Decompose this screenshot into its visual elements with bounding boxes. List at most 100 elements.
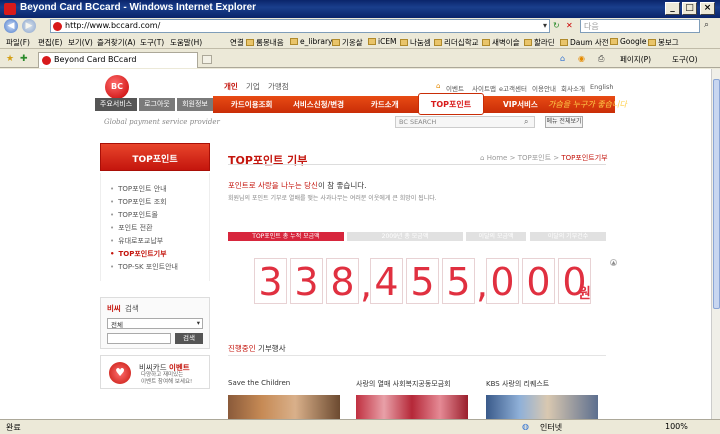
- link-item-7[interactable]: 할라딘: [524, 37, 555, 48]
- util-ecustomer[interactable]: e고객센터: [499, 83, 527, 93]
- sidebar-item-payment[interactable]: 유대로포교납부: [110, 236, 163, 246]
- event-banner[interactable]: ♥ 비씨카드 이벤트 다양하고 재미있는 이벤트 참여해 보세요!: [100, 355, 210, 389]
- favorites-star-icon[interactable]: ★: [6, 54, 14, 64]
- page-viewport: BC 개인 기업 가맹점 ⌂ 이벤트 사이트맵 e고객센터 이용안내 회사소개 …: [0, 69, 711, 419]
- menu-help[interactable]: 도움말(H): [170, 37, 202, 48]
- maximize-button[interactable]: □: [682, 2, 697, 15]
- sidebar-item-point-convert[interactable]: 포인트 전환: [110, 223, 152, 233]
- browser-window: Beyond Card BCcard - Windows Internet Ex…: [0, 0, 720, 434]
- program-photo-kbs-request[interactable]: [486, 395, 598, 419]
- vertical-scrollbar[interactable]: [711, 69, 720, 419]
- topnav-business[interactable]: 기업: [246, 81, 260, 92]
- link-item-6[interactable]: 새벽이슬: [482, 37, 520, 48]
- stat-tab-total[interactable]: TOP포인트 총 누적 모금액: [228, 232, 344, 241]
- program-photo-save-children[interactable]: [228, 395, 340, 419]
- forward-arrow-icon[interactable]: ▶: [22, 19, 36, 33]
- breadcrumb-level1[interactable]: TOP포인트: [518, 154, 551, 162]
- topnav-merchant[interactable]: 가맹점: [268, 81, 289, 92]
- print-icon[interactable]: ⎙: [598, 54, 604, 64]
- breadcrumb-home[interactable]: Home: [487, 154, 508, 162]
- link-item-0[interactable]: 롬몽내음: [246, 37, 284, 48]
- logout-button[interactable]: 로그아웃: [139, 98, 175, 111]
- stat-tab-count[interactable]: 이달의 기부건수: [530, 232, 606, 241]
- search-placeholder: 다음: [584, 22, 599, 31]
- sidebar-item-top-point-guide[interactable]: TOP포인트 안내: [110, 184, 166, 194]
- refresh-icon[interactable]: ↻: [553, 21, 560, 30]
- scroll-up-icon[interactable]: ▲: [610, 259, 617, 266]
- link-item-10[interactable]: 봉보그: [648, 37, 679, 48]
- link-item-2[interactable]: 기옹살: [332, 37, 363, 48]
- tab-bccard[interactable]: Beyond Card BCcard: [38, 52, 198, 68]
- address-dropdown-icon[interactable]: ▾: [543, 21, 547, 30]
- util-company[interactable]: 회사소개: [561, 83, 585, 93]
- stat-tab-month[interactable]: 이달의 모금액: [466, 232, 526, 241]
- util-sitemap[interactable]: 사이트맵: [472, 83, 496, 93]
- close-button[interactable]: ×: [700, 2, 715, 15]
- stop-icon[interactable]: ✕: [566, 21, 573, 30]
- subline: 회원님의 포인트 기부로 열배를 맺는 사과나무는 여러분 이웃에게 큰 희망이…: [228, 195, 437, 202]
- nav-top-point-active[interactable]: TOP포인트: [418, 93, 484, 115]
- site-search-input[interactable]: BC SEARCH ⌕: [395, 116, 535, 128]
- main-services-button[interactable]: 주요서비스: [95, 98, 137, 111]
- util-event[interactable]: 이벤트: [446, 83, 464, 93]
- folder-icon: [400, 39, 408, 46]
- util-guide[interactable]: 이용안내: [532, 83, 556, 93]
- link-item-4[interactable]: 나눔셈: [400, 37, 431, 48]
- tools-menu[interactable]: 도구(O): [672, 54, 698, 65]
- menu-view[interactable]: 보기(V): [68, 37, 93, 48]
- sidebar-item-top-point-lookup[interactable]: TOP포인트 조회: [110, 197, 166, 207]
- program-title-save-children[interactable]: Save the Children: [228, 379, 290, 387]
- home-icon[interactable]: ⌂: [560, 54, 565, 63]
- window-title: Beyond Card BCcard - Windows Internet Ex…: [20, 2, 257, 13]
- back-arrow-icon[interactable]: ◀: [4, 19, 18, 33]
- sub-buttons: 주요서비스 로그아웃 회원정보: [95, 96, 213, 113]
- rss-feed-icon[interactable]: ◉: [578, 54, 585, 63]
- menu-file[interactable]: 파일(F): [6, 37, 30, 48]
- link-item-5[interactable]: 리더십학교: [434, 37, 479, 48]
- zoom-level[interactable]: 100%: [665, 422, 688, 431]
- sidebar-search-select[interactable]: 전체 ▾: [107, 318, 203, 329]
- page-menu[interactable]: 페이지(P): [620, 54, 651, 65]
- tagline: Global payment service provider: [104, 118, 220, 126]
- menu-edit[interactable]: 편집(E): [38, 37, 62, 48]
- link-item-9[interactable]: Google: [610, 37, 646, 46]
- util-english[interactable]: English: [590, 83, 613, 91]
- link-item-8[interactable]: Daum 사전: [560, 37, 609, 48]
- breadcrumb: ⌂ Home > TOP포인트 > TOP포인트기부: [480, 154, 608, 162]
- search-input[interactable]: 다음: [580, 19, 700, 33]
- program-photo-community-chest[interactable]: [356, 395, 468, 419]
- link-item-3[interactable]: iCEM: [368, 37, 397, 46]
- title-bar: Beyond Card BCcard - Windows Internet Ex…: [0, 0, 720, 18]
- amount-digit: 5: [442, 258, 475, 304]
- site-search-icon[interactable]: ⌕: [524, 117, 528, 127]
- new-tab-button[interactable]: [202, 55, 212, 64]
- nav-vip[interactable]: VIP서비스: [503, 99, 538, 110]
- page-title: TOP포인트 기부: [228, 154, 308, 167]
- sidebar-search-button[interactable]: 검색: [175, 333, 203, 344]
- nav-card-usage[interactable]: 카드이용조회: [231, 99, 272, 110]
- member-info-button[interactable]: 회원정보: [177, 98, 213, 111]
- amount-comma: ,: [476, 262, 489, 306]
- scrollbar-thumb[interactable]: [713, 79, 720, 309]
- sidebar-search-input[interactable]: [107, 333, 171, 344]
- sidebar-item-top-sk[interactable]: TOP-SK 포인트안내: [110, 262, 178, 272]
- nav-card-intro[interactable]: 카드소개: [371, 99, 399, 110]
- sidebar-item-top-point-mall[interactable]: TOP포인트몰: [110, 210, 158, 220]
- topnav-personal[interactable]: 개인: [224, 81, 238, 92]
- programs-heading: 진행중인 기부행사: [228, 344, 286, 353]
- nav-service-apply[interactable]: 서비스신청/변경: [293, 99, 344, 110]
- amount-digit: 5: [406, 258, 439, 304]
- sidebar-item-top-point-donation[interactable]: TOP포인트기부: [110, 249, 166, 259]
- program-title-kbs-request[interactable]: KBS 사랑의 리퀘스트: [486, 379, 549, 389]
- stat-tab-year[interactable]: 2009년 총 모금액: [347, 232, 463, 241]
- amount-digit: 0: [486, 258, 519, 304]
- link-item-1[interactable]: e_library: [290, 37, 333, 46]
- search-magnifier-icon[interactable]: ⌕: [704, 20, 709, 30]
- add-favorite-icon[interactable]: ✚: [20, 54, 28, 64]
- menu-all-button[interactable]: 메뉴 전체보기: [545, 116, 583, 128]
- address-bar[interactable]: http://www.bccard.com/ ▾: [50, 19, 550, 33]
- program-title-community-chest[interactable]: 사랑의 열매 사회복지공동모금회: [356, 379, 451, 389]
- menu-tools[interactable]: 도구(T): [140, 37, 164, 48]
- menu-favorites[interactable]: 즐겨찾기(A): [97, 37, 136, 48]
- minimize-button[interactable]: _: [665, 2, 680, 15]
